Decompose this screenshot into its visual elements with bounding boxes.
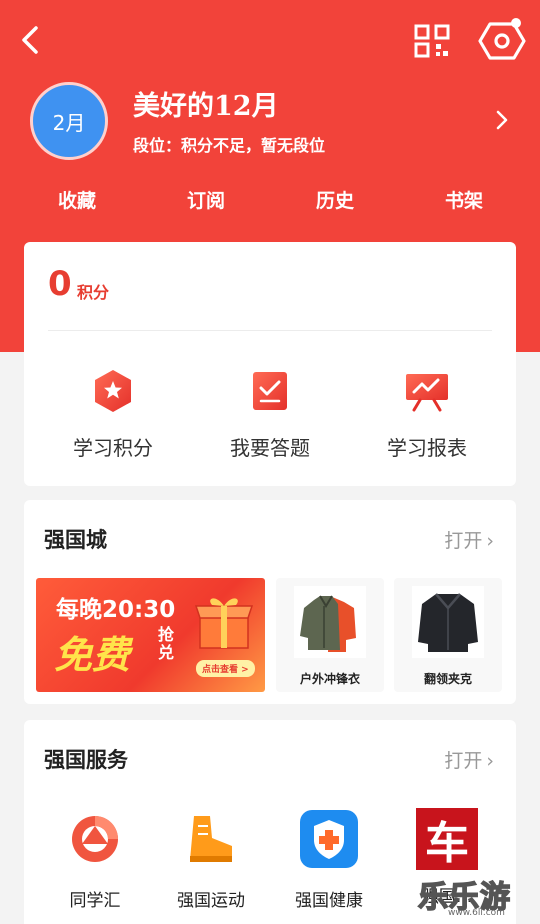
sports-shoe-icon bbox=[190, 816, 232, 862]
study-points-label: 学习积分 bbox=[73, 436, 153, 460]
service-label: 同学汇 bbox=[69, 891, 121, 911]
avatar[interactable]: 2月 bbox=[30, 82, 108, 160]
study-report-button[interactable]: 学习报表 bbox=[352, 368, 502, 468]
product-card[interactable]: 翻领夹克 bbox=[394, 578, 502, 692]
city-title: 强国城 bbox=[44, 527, 107, 552]
service-sports[interactable]: 强国运动 bbox=[156, 808, 266, 911]
banner-cta-button[interactable]: 点击查看 > bbox=[196, 660, 255, 677]
service-health[interactable]: 强国健康 bbox=[274, 808, 384, 911]
nav-history[interactable]: 历史 bbox=[295, 186, 375, 213]
product-name: 户外冲锋衣 bbox=[299, 672, 360, 686]
product-name: 翻领夹克 bbox=[423, 672, 472, 686]
car-logo-icon: 车 bbox=[416, 808, 478, 870]
hexagon-star-icon bbox=[95, 370, 131, 412]
study-report-label: 学习报表 bbox=[387, 436, 467, 460]
services-title: 强国服务 bbox=[44, 747, 128, 772]
lapel-jacket-image bbox=[412, 586, 484, 658]
study-points-button[interactable]: 学习积分 bbox=[38, 368, 188, 468]
service-label: 强国运动 bbox=[177, 891, 245, 911]
promo-banner[interactable]: 每晚20:30 免费 抢兑 点击查看 > bbox=[36, 578, 265, 692]
back-arrow-icon[interactable] bbox=[16, 24, 44, 56]
banner-free-text: 免费 bbox=[54, 633, 131, 677]
services-open-label: 打开 bbox=[444, 750, 483, 772]
car-logo-text: 车 bbox=[425, 818, 469, 869]
username[interactable]: 美好的12月 bbox=[133, 84, 279, 123]
nav-favorites[interactable]: 收藏 bbox=[37, 186, 117, 213]
product-card[interactable]: 户外冲锋衣 bbox=[276, 578, 384, 692]
profile-chevron-right-icon[interactable] bbox=[492, 108, 512, 132]
points-unit: 积分 bbox=[77, 283, 110, 302]
banner-line1: 每晚20:30 bbox=[56, 597, 176, 623]
nav-subscriptions[interactable]: 订阅 bbox=[166, 186, 246, 213]
points-value[interactable]: 0 bbox=[48, 264, 72, 304]
answer-questions-button[interactable]: 我要答题 bbox=[195, 368, 345, 468]
city-card: 强国城 打开 › 每晚20:30 免费 抢兑 点击查看 > 户外冲锋衣 翻领夹克 bbox=[24, 500, 516, 704]
service-classmates[interactable]: 同学汇 bbox=[40, 808, 150, 911]
watermark-url: www.6ll.com bbox=[448, 908, 505, 918]
banner-redeem-text: 抢兑 bbox=[158, 625, 175, 662]
quiz-check-icon bbox=[253, 372, 287, 410]
profile-nav: 收藏 订阅 历史 书架 bbox=[0, 186, 540, 216]
gift-box-icon bbox=[194, 598, 254, 649]
outdoor-jacket-image bbox=[294, 586, 366, 658]
nav-bookshelf[interactable]: 书架 bbox=[424, 186, 504, 213]
city-open-label: 打开 bbox=[444, 530, 483, 552]
service-label: 强国健康 bbox=[295, 891, 363, 911]
report-chart-icon bbox=[406, 374, 448, 412]
classmates-logo-icon bbox=[72, 816, 118, 862]
notification-dot bbox=[511, 18, 521, 28]
city-open-link[interactable]: 打开 › bbox=[444, 526, 494, 553]
answer-questions-label: 我要答题 bbox=[230, 436, 310, 460]
chevron-right-icon: › bbox=[486, 750, 494, 772]
chevron-right-icon: › bbox=[486, 530, 494, 552]
site-watermark: 乐乐游戏 www.6ll.com bbox=[412, 868, 540, 924]
rank-status: 段位：积分不足，暂无段位 bbox=[133, 136, 326, 155]
qr-code-icon[interactable] bbox=[414, 24, 450, 58]
services-open-link[interactable]: 打开 › bbox=[444, 746, 494, 773]
points-card: 0 积分 学习积分 我要答题 学习报表 bbox=[24, 242, 516, 486]
divider bbox=[48, 330, 492, 331]
health-shield-icon bbox=[300, 810, 358, 868]
